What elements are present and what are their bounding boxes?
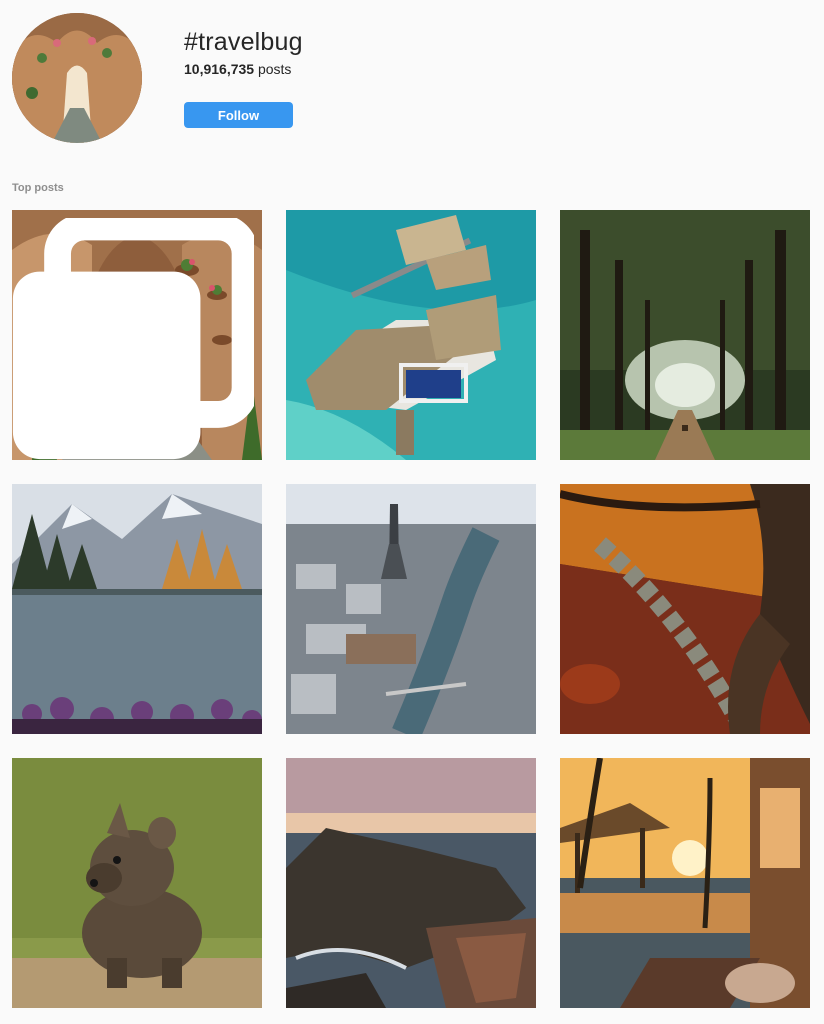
post-image-autumn-stairs	[560, 484, 810, 734]
post-tile[interactable]	[560, 210, 810, 460]
post-tile[interactable]	[12, 758, 262, 1008]
post-image-coastal-cliffs	[286, 758, 536, 1008]
post-image-mountain-lake	[12, 484, 262, 734]
post-tile[interactable]	[12, 484, 262, 734]
post-image-hyena-cub	[12, 758, 262, 1008]
post-image-paris-aerial	[286, 484, 536, 734]
multiple-images-icon	[12, 218, 254, 460]
top-posts-grid	[0, 0, 824, 1024]
post-image-tree-tunnel	[560, 210, 810, 460]
post-image-villas	[286, 210, 536, 460]
post-tile[interactable]	[286, 210, 536, 460]
post-tile[interactable]	[286, 484, 536, 734]
post-tile[interactable]	[560, 758, 810, 1008]
post-tile[interactable]	[286, 758, 536, 1008]
post-tile[interactable]	[560, 484, 810, 734]
post-image-tropical-sunset	[560, 758, 810, 1008]
post-tile[interactable]	[12, 210, 262, 460]
